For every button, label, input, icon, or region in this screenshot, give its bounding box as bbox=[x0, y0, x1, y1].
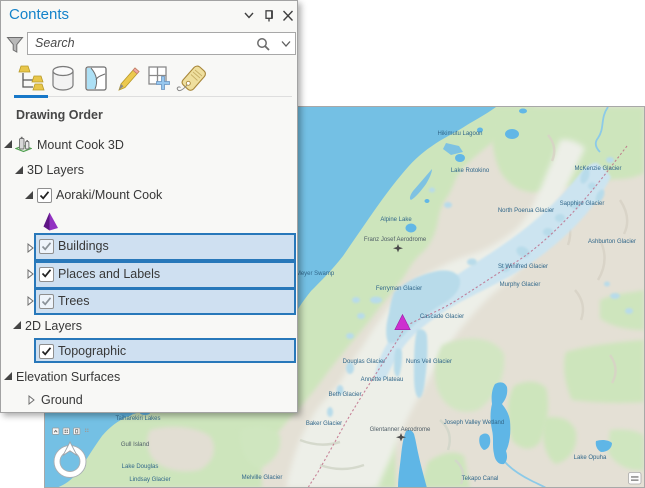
svg-text:Lake Rotokino: Lake Rotokino bbox=[451, 168, 490, 174]
svg-text:Tekapo Canal: Tekapo Canal bbox=[462, 476, 499, 482]
svg-text:Annette Plateau: Annette Plateau bbox=[361, 377, 404, 383]
svg-text:Douglas Glacier: Douglas Glacier bbox=[343, 359, 386, 365]
svg-text:Sapphire Glacier: Sapphire Glacier bbox=[560, 201, 605, 207]
svg-text:Ferryman Glacier: Ferryman Glacier bbox=[376, 286, 422, 292]
svg-text:Meyer Swamp: Meyer Swamp bbox=[296, 271, 335, 277]
svg-text:North Poerua Glacier: North Poerua Glacier bbox=[498, 208, 554, 214]
svg-text:McKenzie Glacier: McKenzie Glacier bbox=[574, 166, 621, 172]
svg-text:Taiharekiri Lakes: Taiharekiri Lakes bbox=[115, 416, 160, 422]
svg-text:Lindsay Glacier: Lindsay Glacier bbox=[129, 477, 170, 483]
svg-text:Joseph Valley Wetland: Joseph Valley Wetland bbox=[444, 420, 504, 426]
svg-text:Cascade Glacier: Cascade Glacier bbox=[420, 314, 464, 320]
svg-text:Beth Glacier: Beth Glacier bbox=[328, 392, 361, 398]
svg-text:Alpine Lake: Alpine Lake bbox=[380, 217, 412, 223]
svg-text:Franz Josef Aerodrome: Franz Josef Aerodrome bbox=[364, 237, 427, 243]
svg-text:Baker Glacier: Baker Glacier bbox=[306, 421, 342, 427]
svg-text:Glentanner Aerodrome: Glentanner Aerodrome bbox=[370, 427, 431, 433]
svg-text:Gull Island: Gull Island bbox=[121, 442, 149, 448]
svg-text:Melville Glacier: Melville Glacier bbox=[242, 475, 283, 481]
svg-text:Lake Opuha: Lake Opuha bbox=[574, 455, 607, 461]
svg-text:Nuns Veil Glacier: Nuns Veil Glacier bbox=[406, 359, 452, 365]
svg-text:St Winifred Glacier: St Winifred Glacier bbox=[498, 264, 548, 270]
svg-text:Lake Douglas: Lake Douglas bbox=[122, 464, 159, 470]
svg-text:Ashburton Glacier: Ashburton Glacier bbox=[588, 239, 636, 245]
svg-text:Hikimutu Lagoon: Hikimutu Lagoon bbox=[437, 131, 482, 137]
svg-text:Murphy Glacier: Murphy Glacier bbox=[500, 282, 541, 288]
